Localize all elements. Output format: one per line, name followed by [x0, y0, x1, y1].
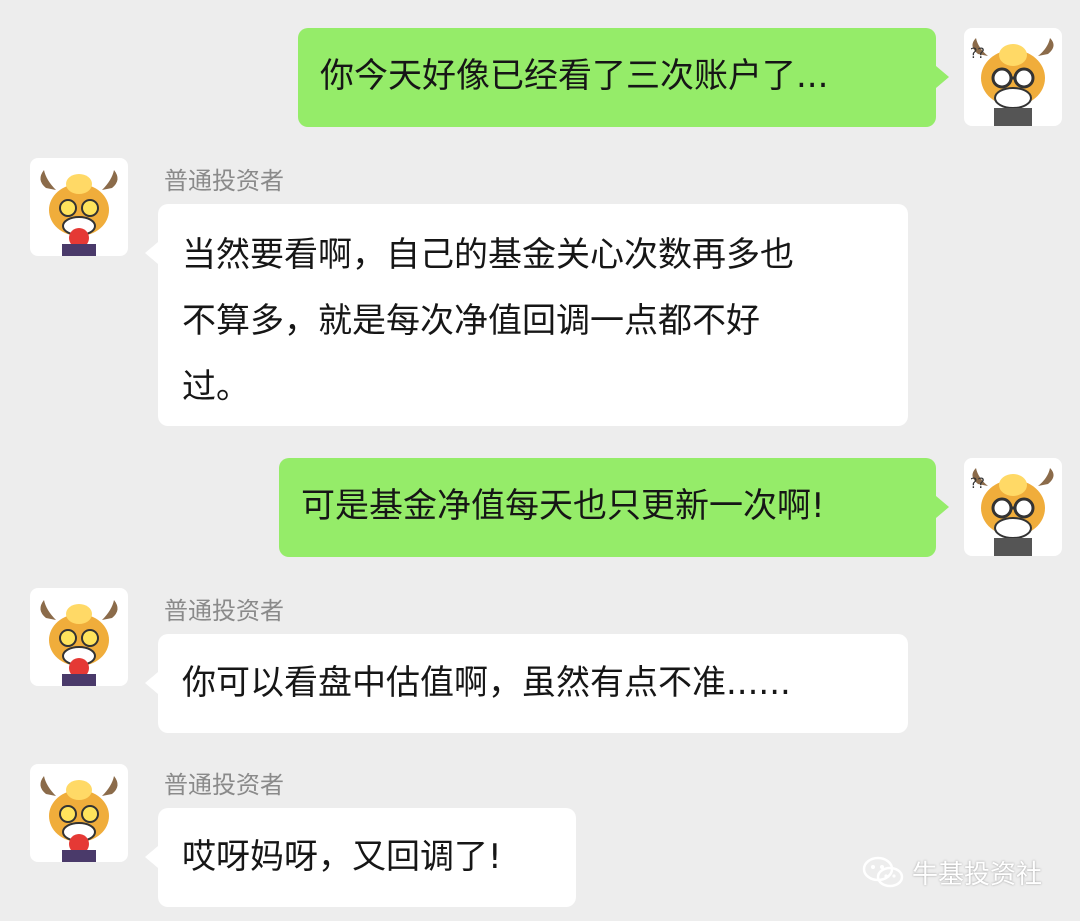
message-text-line: 不算多，就是每次净值回调一点都不好 [182, 301, 760, 341]
bull-with-apple-avatar-icon [40, 600, 118, 686]
sender-name: 普通投资者 [164, 167, 284, 195]
bull-with-glasses-avatar-icon: ?? [970, 38, 1054, 126]
bubble-tail [145, 846, 158, 868]
wechat-icon [862, 856, 904, 888]
sender-avatar[interactable] [30, 588, 128, 686]
my-avatar[interactable]: ?? [964, 28, 1062, 126]
message-text-line: 过。 [182, 367, 250, 407]
bubble-tail [936, 66, 949, 88]
svg-text:??: ?? [970, 46, 985, 62]
watermark: 牛基投资社 [862, 852, 1042, 892]
bull-with-apple-avatar-icon [40, 776, 118, 862]
message-bubble-sent[interactable]: 你今天好像已经看了三次账户了... [298, 28, 936, 127]
bubble-tail [936, 496, 949, 518]
message-bubble-sent[interactable]: 可是基金净值每天也只更新一次啊! [279, 458, 936, 557]
bubble-tail [145, 672, 158, 694]
sender-name: 普通投资者 [164, 771, 284, 799]
sender-avatar[interactable] [30, 764, 128, 862]
my-avatar[interactable]: ?? [964, 458, 1062, 556]
sender-name: 普通投资者 [164, 597, 284, 625]
sender-avatar[interactable] [30, 158, 128, 256]
bull-with-apple-avatar-icon [40, 170, 118, 256]
bubble-tail [145, 242, 158, 264]
bull-with-glasses-avatar-icon: ?? [970, 468, 1054, 556]
message-bubble-received[interactable]: 当然要看啊，自己的基金关心次数再多也 不算多，就是每次净值回调一点都不好 过。 [158, 204, 908, 426]
message-text: 可是基金净值每天也只更新一次啊! [301, 486, 825, 526]
message-text: 你今天好像已经看了三次账户了... [320, 56, 829, 96]
watermark-text: 牛基投资社 [912, 859, 1043, 890]
message-bubble-received[interactable]: 你可以看盘中估值啊，虽然有点不准...... [158, 634, 908, 733]
message-bubble-received[interactable]: 哎呀妈呀，又回调了! [158, 808, 576, 907]
svg-text:??: ?? [970, 476, 985, 492]
message-text-line: 哎呀妈呀，又回调了! [182, 837, 502, 877]
message-text-line: 当然要看啊，自己的基金关心次数再多也 [182, 235, 794, 275]
message-text-line: 你可以看盘中估值啊，虽然有点不准...... [182, 663, 791, 703]
